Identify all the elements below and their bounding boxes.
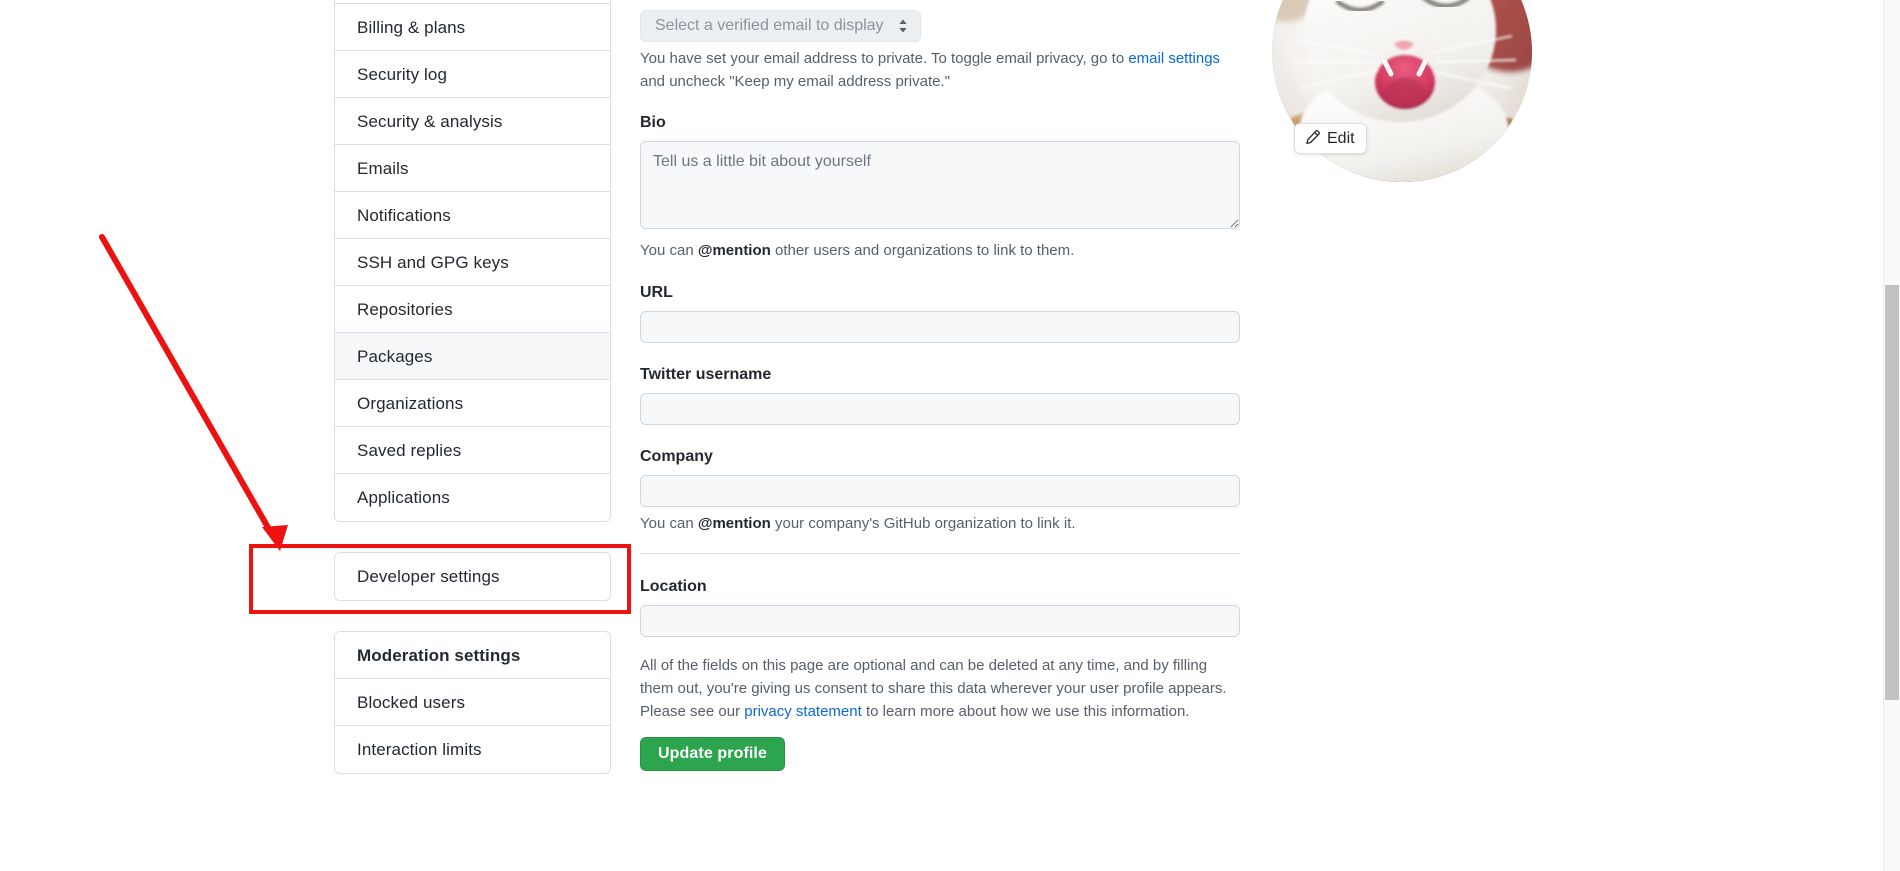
company-help-mention: @mention — [697, 514, 771, 532]
sidebar-item-saved-replies[interactable]: Saved replies — [335, 427, 610, 474]
public-email-label: Public email — [640, 0, 1240, 3]
field-url: URL — [640, 283, 1240, 344]
annotation-arrow-shaft — [99, 234, 277, 541]
avatar[interactable] — [1272, 0, 1532, 182]
sidebar-item-label: Emails — [357, 158, 409, 178]
avatar-wrap: Edit — [1272, 0, 1532, 182]
company-label: Company — [640, 447, 713, 465]
sidebar-item-label: Developer settings — [357, 567, 500, 586]
privacy-footer-note: All of the fields on this page are optio… — [640, 654, 1240, 724]
email-settings-link[interactable]: email settings — [1128, 50, 1220, 67]
edit-avatar-label: Edit — [1327, 129, 1355, 147]
avatar-column: Edit — [1272, 0, 1532, 182]
twitter-username-input[interactable] — [640, 392, 1240, 425]
sidebar-item-interaction-limits[interactable]: Interaction limits — [335, 726, 610, 773]
sidebar-card-moderation: Moderation settings Blocked users Intera… — [334, 631, 611, 774]
public-email-select-value: Select a verified email to display — [655, 16, 884, 34]
sidebar-item-label: Applications — [357, 488, 450, 507]
page-root: Account security Billing & plans Securit… — [0, 0, 1900, 871]
public-email-select[interactable]: Select a verified email to display — [640, 9, 921, 42]
bio-label: Bio — [640, 114, 666, 132]
field-public-email: Public email Select a verified email to … — [640, 0, 1240, 93]
sidebar-header-moderation-settings: Moderation settings — [335, 632, 610, 679]
sidebar-item-ssh-gpg-keys[interactable]: SSH and GPG keys — [335, 239, 610, 286]
location-input[interactable] — [640, 604, 1240, 637]
sidebar-item-packages[interactable]: Packages — [335, 333, 610, 380]
update-profile-button[interactable]: Update profile — [640, 736, 785, 771]
sidebar-item-label: Saved replies — [357, 440, 462, 460]
avatar-cat-photo-icon — [1272, 0, 1532, 182]
url-input[interactable] — [640, 311, 1240, 344]
public-email-help-prefix: You have set your email address to priva… — [640, 49, 1129, 67]
pencil-icon — [1304, 130, 1320, 146]
footer-text-after: to learn more about how we use this info… — [861, 703, 1190, 721]
section-divider — [640, 552, 1240, 554]
sidebar-card-personal: Account security Billing & plans Securit… — [334, 0, 611, 522]
field-bio: Bio You can @mention other users and org… — [640, 113, 1240, 262]
sidebar-item-label: Packages — [357, 346, 433, 366]
company-help-prefix: You can — [640, 514, 698, 532]
public-email-help: You have set your email address to priva… — [640, 47, 1240, 94]
company-help-suffix: your company's GitHub organization to li… — [770, 514, 1076, 532]
sidebar-item-repositories[interactable]: Repositories — [335, 286, 610, 333]
sidebar-item-blocked-users[interactable]: Blocked users — [335, 679, 610, 726]
sidebar-item-label: Billing & plans — [357, 17, 466, 37]
twitter-username-label: Twitter username — [640, 366, 772, 384]
sidebar-item-label: Repositories — [357, 299, 453, 319]
sidebar-item-notifications[interactable]: Notifications — [335, 192, 610, 239]
bio-help-prefix: You can — [640, 242, 698, 260]
edit-avatar-button[interactable]: Edit — [1294, 122, 1367, 154]
company-help: You can @mention your company's GitHub o… — [640, 512, 1240, 535]
sidebar-item-label: Blocked users — [357, 692, 466, 712]
sidebar-item-security-log[interactable]: Security log — [335, 51, 610, 98]
field-company: Company You can @mention your company's … — [640, 447, 1240, 535]
bio-help: You can @mention other users and organiz… — [640, 239, 1240, 262]
sidebar-card-developer: Developer settings — [334, 552, 611, 601]
page-scrollbar-track[interactable] — [1883, 0, 1900, 871]
location-label: Location — [640, 577, 707, 595]
settings-sidebar: Account security Billing & plans Securit… — [334, 0, 611, 804]
sidebar-item-label: Moderation settings — [357, 645, 521, 665]
sidebar-item-security-analysis[interactable]: Security & analysis — [335, 98, 610, 145]
public-email-help-suffix: and uncheck "Keep my email address priva… — [640, 73, 950, 91]
field-twitter-username: Twitter username — [640, 365, 1240, 425]
bio-input[interactable] — [640, 141, 1240, 230]
field-location: Location — [640, 577, 1240, 637]
page-scrollbar-thumb[interactable] — [1885, 285, 1899, 700]
sidebar-item-label: Security & analysis — [357, 111, 503, 131]
annotation-arrow-head — [262, 525, 288, 551]
sidebar-item-label: Notifications — [357, 205, 451, 225]
chevron-updown-icon — [898, 18, 908, 34]
sidebar-item-applications[interactable]: Applications — [335, 474, 610, 521]
sidebar-item-organizations[interactable]: Organizations — [335, 380, 610, 427]
bio-help-mention: @mention — [697, 242, 771, 260]
sidebar-item-billing-plans[interactable]: Billing & plans — [335, 4, 610, 51]
sidebar-item-label: Interaction limits — [357, 740, 482, 759]
url-label: URL — [640, 284, 673, 302]
privacy-statement-link[interactable]: privacy statement — [744, 703, 862, 720]
sidebar-item-label: Security log — [357, 64, 448, 84]
sidebar-item-label: Organizations — [357, 393, 464, 413]
sidebar-item-developer-settings[interactable]: Developer settings — [335, 553, 610, 600]
bio-help-suffix: other users and organizations to link to… — [770, 242, 1075, 260]
profile-form: Public email Select a verified email to … — [640, 0, 1240, 771]
company-input[interactable] — [640, 474, 1240, 507]
sidebar-item-label: SSH and GPG keys — [357, 252, 509, 272]
public-email-select-wrap: Select a verified email to display — [640, 9, 921, 42]
sidebar-item-emails[interactable]: Emails — [335, 145, 610, 192]
